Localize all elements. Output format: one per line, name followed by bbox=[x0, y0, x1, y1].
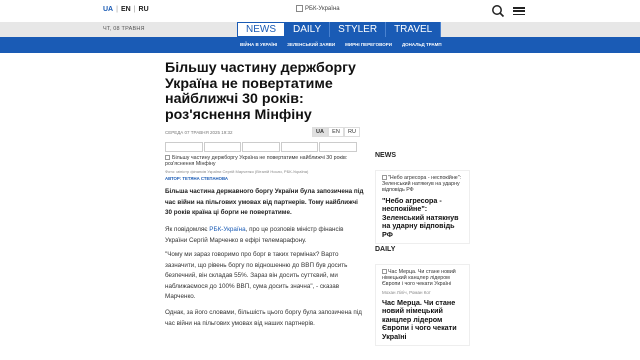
lang-ru[interactable]: RU bbox=[139, 6, 149, 13]
article-paragraph: Однак, за його словами, більшість цього … bbox=[165, 309, 362, 327]
tab-news[interactable]: NEWS bbox=[237, 22, 285, 37]
article-image: Більшу частину держборгу Україна не пове… bbox=[165, 155, 360, 167]
article-lang-ua[interactable]: UA bbox=[312, 127, 328, 137]
article-lead: Більша частина державного боргу України … bbox=[165, 188, 364, 216]
card-title[interactable]: "Небо агресора - неспокійне": Зеленський… bbox=[376, 193, 469, 243]
main-nav: ЧТ, 08 ТРАВНЯ NEWS DAILY STYLER TRAVEL bbox=[0, 22, 640, 37]
article-image-alt: Більшу частину держборгу Україна не пове… bbox=[165, 155, 348, 168]
hamburger-menu-icon[interactable] bbox=[513, 5, 525, 17]
share-button[interactable] bbox=[165, 142, 203, 152]
card-image-alt: "Небо агресора - неспокійне": Зеленський… bbox=[382, 175, 462, 193]
sidebar-daily-card[interactable]: Час Мерца. Чи стане новий німецький канц… bbox=[375, 264, 470, 347]
article-lang-en[interactable]: EN bbox=[328, 127, 344, 137]
article-language-switch: UA EN RU bbox=[312, 127, 360, 137]
current-date: ЧТ, 08 ТРАВНЯ bbox=[103, 26, 145, 32]
subnav-link-peace-talks[interactable]: МИРНІ ПЕРЕГОВОРИ bbox=[345, 42, 392, 47]
subnav-link-war[interactable]: ВІЙНА В УКРАЇНІ bbox=[240, 42, 277, 47]
share-button[interactable] bbox=[242, 142, 280, 152]
broken-image-icon bbox=[382, 175, 387, 181]
paragraph-text: Як повідомляє bbox=[165, 226, 210, 233]
card-image: Час Мерца. Чи стане новий німецький канц… bbox=[376, 265, 469, 287]
tab-travel[interactable]: TRAVEL bbox=[386, 22, 442, 37]
tab-styler[interactable]: STYLER bbox=[330, 22, 387, 37]
card-title[interactable]: Час Мерца. Чи стане новий німецький канц… bbox=[376, 295, 469, 345]
search-icon bbox=[492, 5, 505, 18]
share-button[interactable] bbox=[203, 142, 242, 152]
lang-en[interactable]: EN bbox=[121, 6, 131, 13]
logo-alt-text: РБК-Україна bbox=[305, 5, 340, 12]
lang-separator: | bbox=[116, 6, 118, 13]
search-button[interactable] bbox=[491, 4, 505, 18]
lang-separator: | bbox=[133, 6, 136, 13]
article-paragraph: Як повідомляє РБК-Україна, про це розпов… bbox=[165, 225, 365, 246]
lang-ua[interactable]: UA bbox=[103, 6, 113, 13]
article-author[interactable]: АВТОР: ТЕТЯНА СТЕПАНОВА bbox=[165, 176, 228, 181]
sidebar-news-heading[interactable]: NEWS bbox=[375, 152, 396, 159]
broken-image-icon bbox=[165, 155, 170, 161]
site-logo[interactable]: РБК-Україна bbox=[296, 5, 340, 12]
article-headline: Більшу частину держборгу Україна не пове… bbox=[165, 60, 356, 123]
share-button[interactable] bbox=[280, 142, 319, 152]
image-caption: Фото: міністр фінансів України Сергій Ма… bbox=[165, 169, 309, 174]
broken-image-icon bbox=[382, 269, 387, 275]
share-buttons bbox=[165, 142, 358, 152]
card-image-alt: Час Мерца. Чи стане новий німецький канц… bbox=[382, 269, 456, 287]
sidebar-news-card[interactable]: "Небо агресора - неспокійне": Зеленський… bbox=[375, 170, 470, 245]
section-tabs: NEWS DAILY STYLER TRAVEL bbox=[237, 22, 442, 37]
source-link[interactable]: РБК-Україна bbox=[209, 226, 245, 233]
article-lang-ru[interactable]: RU bbox=[344, 127, 360, 137]
card-authors: Мохан Ліліч, Роман Кот bbox=[382, 290, 431, 295]
topic-subnav: ВІЙНА В УКРАЇНІ ЗЕЛЕНСЬКИЙ ЗАЯВИ МИРНІ П… bbox=[0, 37, 640, 53]
subnav-link-zelensky[interactable]: ЗЕЛЕНСЬКИЙ ЗАЯВИ bbox=[287, 42, 335, 47]
card-image: "Небо агресора - неспокійне": Зеленський… bbox=[376, 171, 469, 193]
broken-image-icon bbox=[296, 5, 303, 12]
sidebar-daily-heading[interactable]: DAILY bbox=[375, 246, 395, 253]
article-quote: "Чому ми зараз говоримо про борг в таких… bbox=[165, 251, 348, 300]
language-selector: UA | EN | RU bbox=[103, 6, 149, 13]
tab-daily[interactable]: DAILY bbox=[285, 22, 331, 37]
subnav-link-trump[interactable]: ДОНАЛЬД ТРАМП bbox=[402, 42, 442, 47]
article-date: СЕРЕДА 07 ТРАВНЯ 2025 19:32 bbox=[165, 130, 233, 135]
share-button[interactable] bbox=[319, 142, 357, 152]
top-bar: UA | EN | RU РБК-Україна bbox=[0, 0, 640, 22]
